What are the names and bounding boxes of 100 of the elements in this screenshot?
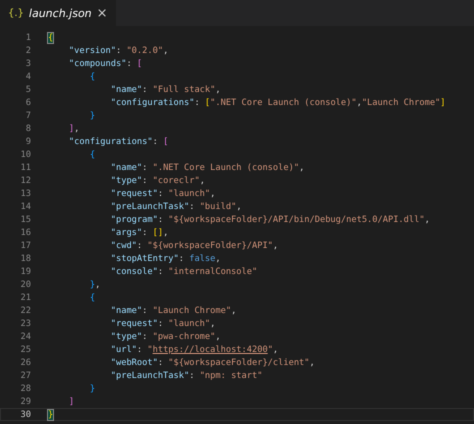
code-token: , (310, 358, 315, 368)
code-token: "launch" (168, 319, 210, 329)
code-token: ".NET Core Launch (console)" (210, 98, 357, 108)
code-token: "${workspaceFolder}/API/bin/Debug/net5.0/API.dll" (168, 215, 425, 225)
code-token: "console" (110, 267, 158, 277)
code-token: : (136, 345, 144, 355)
code-token: , (424, 215, 430, 225)
code-token: : (142, 163, 148, 173)
code-token: [ (163, 137, 168, 147)
code-token: : (158, 358, 164, 368)
code-token: "stopAtEntry" (110, 254, 179, 264)
code-token: [] (152, 228, 164, 238)
line-number: 27 (20, 370, 31, 381)
editor-tab[interactable]: {.} launch.json × (0, 0, 116, 26)
code-token: : (158, 267, 164, 277)
code-token: " (268, 345, 273, 355)
code-token: , (215, 85, 221, 95)
code-token: , (356, 98, 362, 108)
tab-title: launch.json (28, 6, 92, 20)
line-number: 24 (20, 331, 31, 342)
code-token: } (90, 111, 96, 121)
line-number: 13 (20, 188, 31, 199)
code-token: "internalConsole" (168, 267, 258, 277)
line-number: 14 (20, 201, 31, 212)
code-token: } (90, 280, 96, 290)
code-token: } (90, 384, 96, 394)
code-token: { (48, 33, 54, 43)
code-token: "pwa-chrome" (152, 332, 216, 342)
line-number: 15 (20, 214, 31, 225)
code-token: , (163, 228, 168, 238)
url-link[interactable]: https://localhost:4200 (152, 345, 268, 355)
line-number: 25 (20, 344, 31, 355)
code-token: , (210, 319, 216, 329)
code-token: [ (204, 98, 210, 108)
line-number: 5 (24, 84, 31, 95)
code-token: : (142, 85, 148, 95)
code-token: "Launch Chrome" (362, 98, 440, 108)
line-number: 12 (20, 175, 31, 186)
code-token: , (210, 189, 216, 199)
code-token: "build" (200, 202, 236, 212)
code-token: , (231, 306, 236, 316)
code-token: , (215, 254, 221, 264)
code-token: : (136, 241, 144, 251)
code-token: : (142, 306, 148, 316)
code-token: { (90, 293, 96, 303)
code-token: "Full stack" (152, 85, 216, 95)
line-number: 17 (20, 240, 31, 251)
code-token: , (299, 163, 304, 173)
line-number: 7 (24, 110, 31, 121)
code-token: "name" (110, 85, 142, 95)
code-token: "coreclr" (152, 176, 200, 186)
line-number: 18 (20, 253, 31, 264)
line-number: 21 (20, 292, 31, 303)
code-token: ] (68, 397, 74, 407)
code-token: " (147, 345, 153, 355)
code-token: : (189, 371, 196, 381)
code-token: "cwd" (110, 241, 137, 251)
code-token: : (126, 59, 133, 69)
line-number: 10 (20, 149, 31, 160)
code-token: "${workspaceFolder}/API" (147, 241, 273, 251)
code-token: "request" (110, 319, 158, 329)
code-token: , (74, 124, 80, 134)
code-token: "configurations" (68, 137, 153, 147)
line-number: 30 (20, 409, 31, 420)
code-token: "url" (110, 345, 137, 355)
code-token: : (152, 137, 159, 147)
code-token: : (142, 176, 148, 186)
code-token: "program" (110, 215, 158, 225)
line-number: 29 (20, 396, 31, 407)
code-token: "launch" (168, 189, 210, 199)
line-number: 19 (20, 266, 31, 277)
code-token: : (158, 189, 164, 199)
line-number: 23 (20, 318, 31, 329)
code-token: : (142, 332, 148, 342)
close-icon[interactable]: × (96, 6, 108, 20)
code-token: "type" (110, 332, 142, 342)
code-token: , (272, 241, 278, 251)
line-number: 4 (24, 71, 31, 82)
line-number: 20 (20, 279, 31, 290)
line-number: 16 (20, 227, 31, 238)
code-token: "compounds" (68, 59, 126, 69)
code-token: "webRoot" (110, 358, 158, 368)
code-token: "0.2.0" (126, 46, 164, 56)
line-number: 9 (24, 136, 31, 147)
code-token: "${workspaceFolder}/client" (168, 358, 310, 368)
code-token: : (194, 98, 201, 108)
code-token: : (158, 215, 164, 225)
code-token: ] (440, 98, 446, 108)
line-number: 1 (24, 32, 31, 43)
code-token: , (272, 345, 278, 355)
code-token: } (48, 410, 54, 420)
line-number: 8 (24, 123, 31, 134)
code-token: "npm: start" (200, 371, 262, 381)
code-token: "request" (110, 189, 158, 199)
code-token: "name" (110, 163, 142, 173)
code-token: : (142, 228, 148, 238)
code-token: { (90, 150, 96, 160)
line-number: 11 (20, 162, 31, 173)
code-token: "Launch Chrome" (152, 306, 232, 316)
line-number: 22 (20, 305, 31, 316)
